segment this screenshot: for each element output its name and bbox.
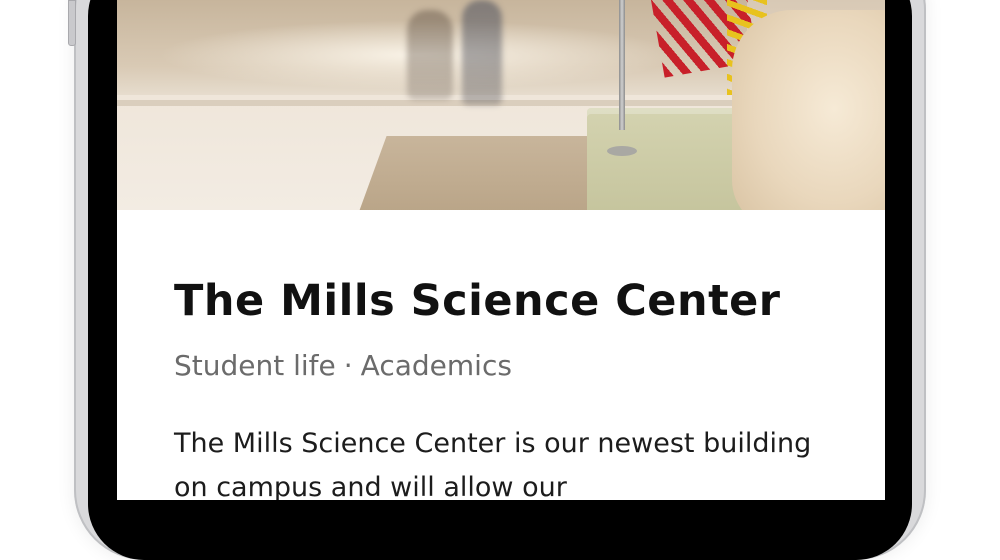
category-separator: · [343, 349, 353, 382]
screen: The Mills Science Center Student life · Ac… [117, 0, 885, 500]
spine-model-bone [732, 10, 885, 210]
article-title: The Mills Science Center [174, 276, 781, 326]
phone-side-button [68, 0, 76, 46]
article-categories: Student life · Academics [174, 349, 512, 382]
hero-image [117, 0, 885, 210]
article-content: The Mills Science Center Student life · Ac… [117, 210, 885, 500]
blurred-person [407, 10, 453, 100]
model-stand-pole [619, 0, 625, 130]
category-tag[interactable]: Academics [361, 349, 512, 382]
blurred-person [462, 0, 502, 105]
category-tag[interactable]: Student life [174, 349, 336, 382]
article-body: The Mills Science Center is our newest b… [174, 428, 812, 500]
